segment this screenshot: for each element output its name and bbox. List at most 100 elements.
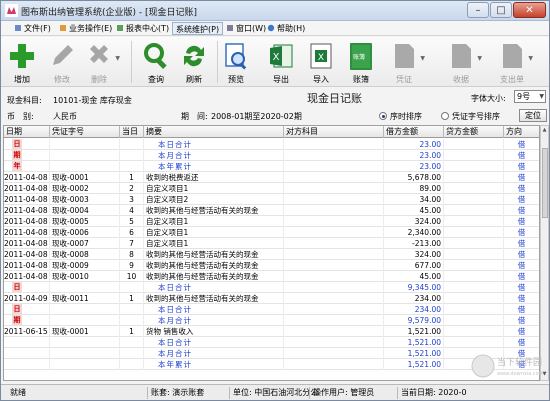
scroll-up-icon[interactable]: ▲ xyxy=(541,127,548,135)
table-row[interactable]: 本月合计 1,521.00 借 xyxy=(4,348,539,359)
font-size-select[interactable]: 9号 ▼ xyxy=(514,90,546,103)
cell-debit: 45.00 xyxy=(384,271,444,282)
table-row[interactable]: 2011-04-08 现收-0006 6 自定义项目1 2,340.00 借 xyxy=(4,227,539,238)
table-row[interactable]: 日本日合计 23.00 借 xyxy=(4,139,539,150)
edit-button[interactable]: 修改 xyxy=(47,39,77,85)
menu-file[interactable]: 文件(F) xyxy=(11,22,54,35)
query-button[interactable]: 查询 xyxy=(141,39,171,85)
cell-summary: 本日合计 xyxy=(144,337,284,348)
table-row[interactable]: 2011-04-09 现收-0011 1 收到的其他与经营活动有关的现金 234.00 借 xyxy=(4,293,539,304)
minimize-button[interactable]: – xyxy=(467,2,489,18)
cell-summary: 本年累计 xyxy=(144,161,284,172)
watermark-logo: 当下软件园 www.downxia.com xyxy=(471,354,544,378)
menu-business[interactable]: 业务操作(E) xyxy=(56,22,115,35)
maximize-button[interactable]: □ xyxy=(490,2,512,18)
col-credit-header[interactable]: 贷方金额 xyxy=(444,126,504,138)
cell-voucher xyxy=(50,359,120,370)
sort-voucher-radio[interactable] xyxy=(441,112,449,120)
business-menu-icon xyxy=(60,25,66,31)
col-summary-header[interactable]: 摘要 xyxy=(144,126,284,138)
table-row[interactable]: 2011-04-08 现收-0005 5 自定义项目1 324.00 借 xyxy=(4,216,539,227)
table-row[interactable]: 2011-06-15 现收-0001 1 货物 销售收入 1,521.00 借 xyxy=(4,326,539,337)
table-row[interactable]: 本日合计 1,521.00 借 xyxy=(4,337,539,348)
cell-date: 2011-04-08 xyxy=(4,271,50,282)
cell-debit: 234.00 xyxy=(384,293,444,304)
delete-button[interactable]: 删除 ▼ xyxy=(84,39,120,85)
table-row[interactable]: 期本月合计 23.00 借 xyxy=(4,150,539,161)
toolbar: 增加 修改 删除 ▼ 查询 刷新 预览 X 导出 X 导入 账簿 账簿 凭证 ▼… xyxy=(1,37,549,87)
sort-by-time-option[interactable]: 序时排序 xyxy=(379,111,422,122)
receipt-dropdown-arrow[interactable]: ▼ xyxy=(477,55,482,62)
payment-button[interactable]: 支出单 ▼ xyxy=(497,39,533,85)
preview-button[interactable]: 预览 xyxy=(221,39,251,85)
cell-opposite xyxy=(284,282,384,293)
cell-voucher: 现收-0005 xyxy=(50,216,120,227)
menu-system[interactable]: 系统维护(P) xyxy=(172,22,224,35)
vertical-scrollbar[interactable]: ▲ ▼ xyxy=(540,125,549,381)
col-day-header[interactable]: 当日 xyxy=(120,126,144,138)
journal-table: 日期 凭证字号 当日 摘要 对方科目 借方金额 贷方金额 方向 日本日合计 23.… xyxy=(3,125,540,381)
sort-by-voucher-option[interactable]: 凭证字号排序 xyxy=(441,111,500,122)
scroll-thumb[interactable] xyxy=(542,148,548,218)
cell-voucher: 现收-0001 xyxy=(50,326,120,337)
table-row[interactable]: 2011-04-08 现收-0008 8 收到的其他与经营活动有关的现金 324.00 借 xyxy=(4,249,539,260)
table-row[interactable]: 年本年累计 23.00 借 xyxy=(4,161,539,172)
cell-opposite xyxy=(284,139,384,150)
col-direction-header[interactable]: 方向 xyxy=(504,126,539,138)
export-button[interactable]: X 导出 xyxy=(266,39,296,85)
cell-opposite xyxy=(284,348,384,359)
cell-credit xyxy=(444,161,504,172)
cell-day xyxy=(120,359,144,370)
table-row[interactable]: 2011-04-08 现收-0002 2 自定义项目1 89.00 借 xyxy=(4,183,539,194)
cell-opposite xyxy=(284,172,384,183)
table-row[interactable]: 期本月合计 9,579.00 借 xyxy=(4,315,539,326)
cell-date: 2011-04-08 xyxy=(4,238,50,249)
col-opposite-header[interactable]: 对方科目 xyxy=(284,126,384,138)
chevron-down-icon: ▼ xyxy=(539,93,544,100)
table-row[interactable]: 日本日合计 234.00 借 xyxy=(4,304,539,315)
menu-help[interactable]: 帮助(H) xyxy=(264,22,308,35)
cell-summary: 自定义项目1 xyxy=(144,227,284,238)
table-row[interactable]: 2011-04-08 现收-0010 10 收到的其他与经营活动有关的现金 45.00 借 xyxy=(4,271,539,282)
receipt-button[interactable]: 收据 ▼ xyxy=(446,39,482,85)
cell-opposite xyxy=(284,315,384,326)
table-row[interactable]: 2011-04-08 现收-0003 3 自定义项目2 34.00 借 xyxy=(4,194,539,205)
payment-dropdown-arrow[interactable]: ▼ xyxy=(528,55,533,62)
sort-time-radio[interactable] xyxy=(379,112,387,120)
col-date-header[interactable]: 日期 xyxy=(4,126,50,138)
cell-summary: 本月合计 xyxy=(144,150,284,161)
cell-credit xyxy=(444,172,504,183)
col-voucher-header[interactable]: 凭证字号 xyxy=(50,126,120,138)
import-button[interactable]: X 导入 xyxy=(306,39,336,85)
cell-day: 1 xyxy=(120,293,144,304)
search-icon xyxy=(144,43,167,69)
cell-day: 3 xyxy=(120,194,144,205)
close-button[interactable]: ✕ xyxy=(513,2,546,18)
menu-reports[interactable]: 报表中心(T) xyxy=(113,22,172,35)
voucher-button[interactable]: 凭证 ▼ xyxy=(389,39,425,85)
cell-direction: 借 xyxy=(504,238,539,249)
menu-window[interactable]: 窗口(W) xyxy=(223,22,269,35)
table-row[interactable]: 2011-04-08 现收-0004 4 收到的其他与经营活动有关的现金 45.00 借 xyxy=(4,205,539,216)
add-button[interactable]: 增加 xyxy=(7,39,37,85)
status-account: 账套: 演示账套 xyxy=(147,387,229,399)
ledger-button[interactable]: 账簿 账簿 xyxy=(346,39,376,85)
table-row[interactable]: 2011-04-08 现收-0009 9 收到的其他与经营活动有关的现金 677.00 借 xyxy=(4,260,539,271)
table-row[interactable]: 2011-04-08 现收-0001 1 收到的税费返还 5,678.00 借 xyxy=(4,172,539,183)
refresh-button[interactable]: 刷新 xyxy=(179,39,209,85)
delete-dropdown-arrow[interactable]: ▼ xyxy=(115,55,120,62)
cell-direction: 借 xyxy=(504,227,539,238)
ledger-info-panel: 现金科目: 10101-现金 库存现金 币 别: 人民币 期 间: 2008-0… xyxy=(1,88,549,124)
table-row[interactable]: 本年累计 1,521.00 借 xyxy=(4,359,539,370)
cell-credit xyxy=(444,205,504,216)
voucher-dropdown-arrow[interactable]: ▼ xyxy=(420,55,425,62)
status-bar: 就绪 账套: 演示账套 单位: 中国石油河北分公 操作用户: 管理员 当前日期:… xyxy=(1,384,549,400)
cell-credit xyxy=(444,260,504,271)
table-row[interactable]: 2011-04-08 现收-0007 7 自定义项目1 -213.00 借 xyxy=(4,238,539,249)
locate-button[interactable]: 定位 xyxy=(519,109,547,122)
cell-debit: 1,521.00 xyxy=(384,359,444,370)
col-debit-header[interactable]: 借方金额 xyxy=(384,126,444,138)
cell-summary: 货物 销售收入 xyxy=(144,326,284,337)
cell-voucher xyxy=(50,304,120,315)
table-row[interactable]: 日本日合计 9,345.00 借 xyxy=(4,282,539,293)
